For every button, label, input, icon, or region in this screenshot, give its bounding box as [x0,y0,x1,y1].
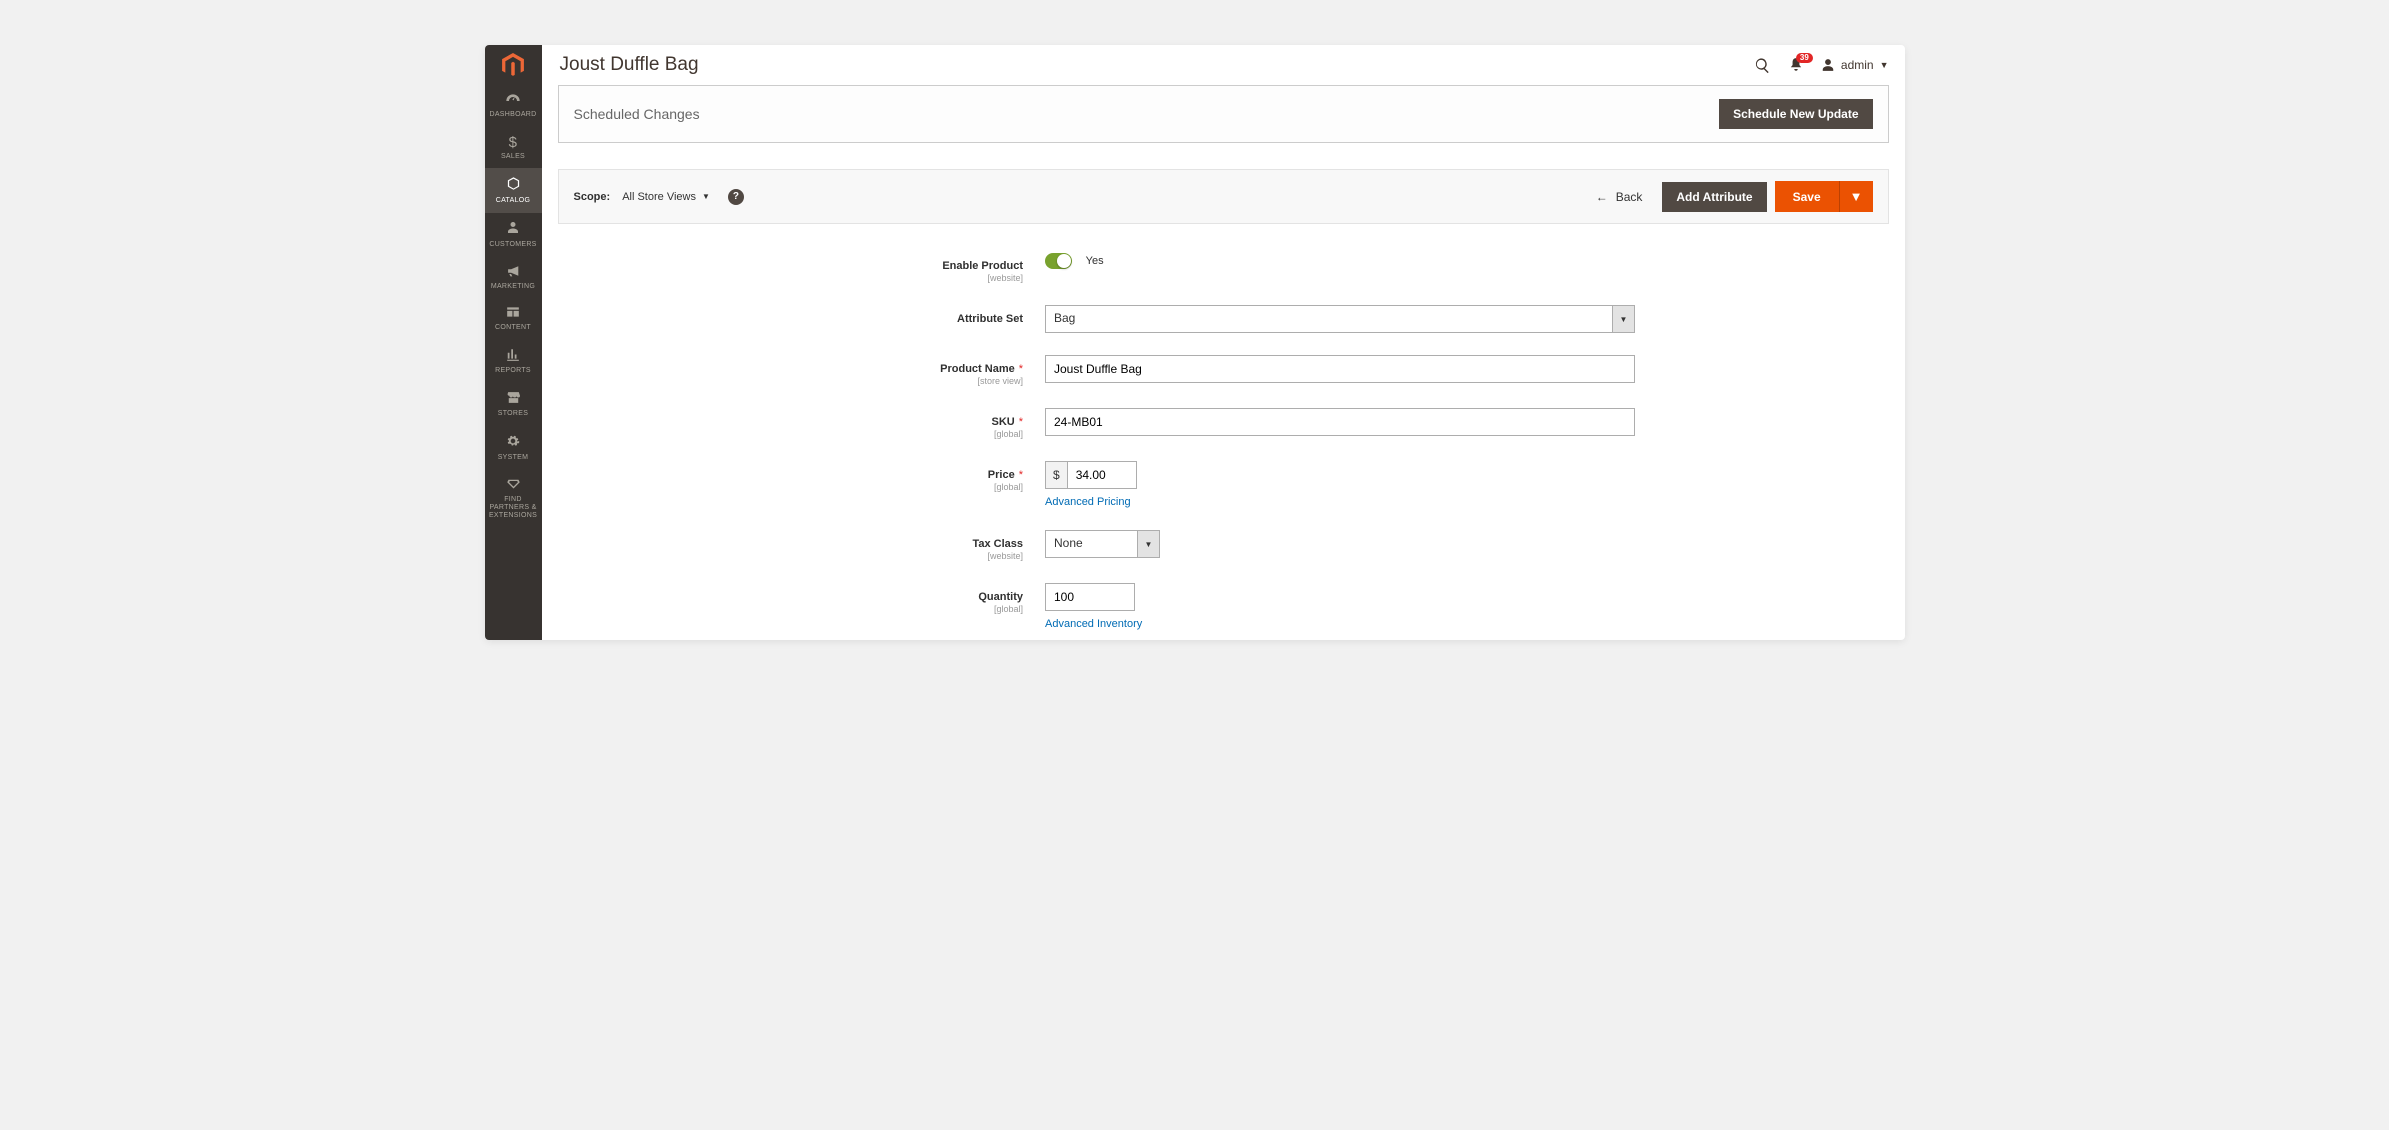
scope-label: Scope: [574,191,611,203]
gear-icon [506,434,520,451]
page-title: Joust Duffle Bag [560,54,1754,76]
sidebar-label: CATALOG [496,197,531,205]
help-icon[interactable]: ? [728,189,744,205]
tax-class-label: Tax Class [972,538,1023,550]
admin-sidebar: DASHBOARD $ SALES CATALOG CUSTOMERS MARK… [485,45,542,640]
sidebar-item-reports[interactable]: REPORTS [485,340,542,383]
attribute-set-value: Bag [1045,305,1613,333]
sidebar-label: STORES [498,410,528,418]
sidebar-item-partners[interactable]: FIND PARTNERS & EXTENSIONS [485,469,542,527]
chart-icon [506,348,520,364]
chevron-down-icon: ▼ [1880,60,1889,70]
back-button[interactable]: ← Back [1596,190,1643,204]
main-content: Joust Duffle Bag 39 admin ▼ Scheduled Ch… [542,45,1905,640]
chevron-down-icon: ▼ [1613,305,1635,333]
advanced-inventory-link[interactable]: Advanced Inventory [1045,618,1142,630]
tax-class-value: None [1045,530,1138,558]
tax-class-select[interactable]: None ▼ [1045,530,1160,558]
sidebar-label: REPORTS [495,367,531,375]
topbar: Joust Duffle Bag 39 admin ▼ [542,45,1905,85]
sidebar-item-marketing[interactable]: MARKETING [485,257,542,299]
sidebar-item-dashboard[interactable]: DASHBOARD [485,85,542,127]
store-icon [506,391,521,407]
quantity-scope: [global] [783,604,1023,614]
sidebar-label: SALES [501,153,525,161]
currency-symbol: $ [1045,461,1067,489]
chevron-down-icon: ▼ [702,192,710,201]
scheduled-changes-panel: Scheduled Changes Schedule New Update [558,85,1889,143]
user-icon [1821,58,1835,72]
chevron-down-icon: ▼ [1138,530,1160,558]
enable-product-scope: [website] [783,273,1023,283]
save-button[interactable]: Save [1775,181,1839,212]
magento-logo[interactable] [485,45,542,85]
back-label: Back [1616,190,1643,204]
sidebar-item-stores[interactable]: STORES [485,383,542,426]
sku-scope: [global] [783,429,1023,439]
chevron-down-icon: ▼ [1850,189,1863,204]
person-icon [507,221,519,238]
attribute-set-select[interactable]: Bag ▼ [1045,305,1635,333]
product-name-scope: [store view] [783,376,1023,386]
cube-icon [506,176,521,194]
product-name-label: Product Name [940,363,1015,375]
sidebar-item-catalog[interactable]: CATALOG [485,168,542,213]
sidebar-label: CONTENT [495,324,531,332]
sidebar-item-sales[interactable]: $ SALES [485,127,542,169]
product-form: Enable Product [website] Yes Attribute S… [773,252,1673,640]
price-input[interactable] [1067,461,1137,489]
scheduled-changes-title: Scheduled Changes [574,106,700,122]
advanced-pricing-link[interactable]: Advanced Pricing [1045,496,1131,508]
required-mark: * [1019,469,1023,481]
schedule-new-update-button[interactable]: Schedule New Update [1719,99,1872,129]
sku-label: SKU [991,416,1014,428]
sidebar-item-customers[interactable]: CUSTOMERS [485,213,542,257]
tax-class-scope: [website] [783,551,1023,561]
required-mark: * [1019,363,1023,375]
add-attribute-button[interactable]: Add Attribute [1662,182,1766,212]
scope-selector[interactable]: All Store Views ▼ [622,191,710,203]
enable-product-toggle[interactable] [1045,253,1072,269]
save-button-group: Save ▼ [1775,181,1873,212]
notification-badge: 39 [1796,53,1813,63]
admin-username: admin [1841,58,1874,72]
dollar-icon: $ [509,135,518,150]
save-dropdown-toggle[interactable]: ▼ [1839,181,1873,212]
sidebar-label: DASHBOARD [489,111,536,119]
sidebar-label: CUSTOMERS [489,241,536,249]
enable-product-value: Yes [1086,255,1104,267]
enable-product-label: Enable Product [942,260,1023,272]
price-label: Price [988,469,1015,481]
partners-icon [506,477,521,493]
price-scope: [global] [783,482,1023,492]
arrow-left-icon: ← [1596,190,1608,204]
admin-account-menu[interactable]: admin ▼ [1821,58,1889,72]
dashboard-icon [505,93,521,108]
sidebar-item-system[interactable]: SYSTEM [485,426,542,470]
layout-icon [506,306,520,321]
sidebar-label: MARKETING [491,283,535,291]
megaphone-icon [506,265,521,280]
sku-input[interactable] [1045,408,1635,436]
sidebar-item-content[interactable]: CONTENT [485,298,542,340]
magento-logo-icon [502,53,524,77]
notifications-icon[interactable]: 39 [1789,57,1803,73]
sidebar-label: SYSTEM [498,454,529,462]
product-name-input[interactable] [1045,355,1635,383]
action-bar: Scope: All Store Views ▼ ? ← Back Add At… [558,169,1889,224]
quantity-label: Quantity [978,591,1023,603]
search-icon[interactable] [1754,57,1771,74]
required-mark: * [1019,416,1023,428]
sidebar-label: FIND PARTNERS & EXTENSIONS [487,496,540,519]
quantity-input[interactable] [1045,583,1135,611]
attribute-set-label: Attribute Set [957,313,1023,325]
scope-value: All Store Views [622,191,696,203]
